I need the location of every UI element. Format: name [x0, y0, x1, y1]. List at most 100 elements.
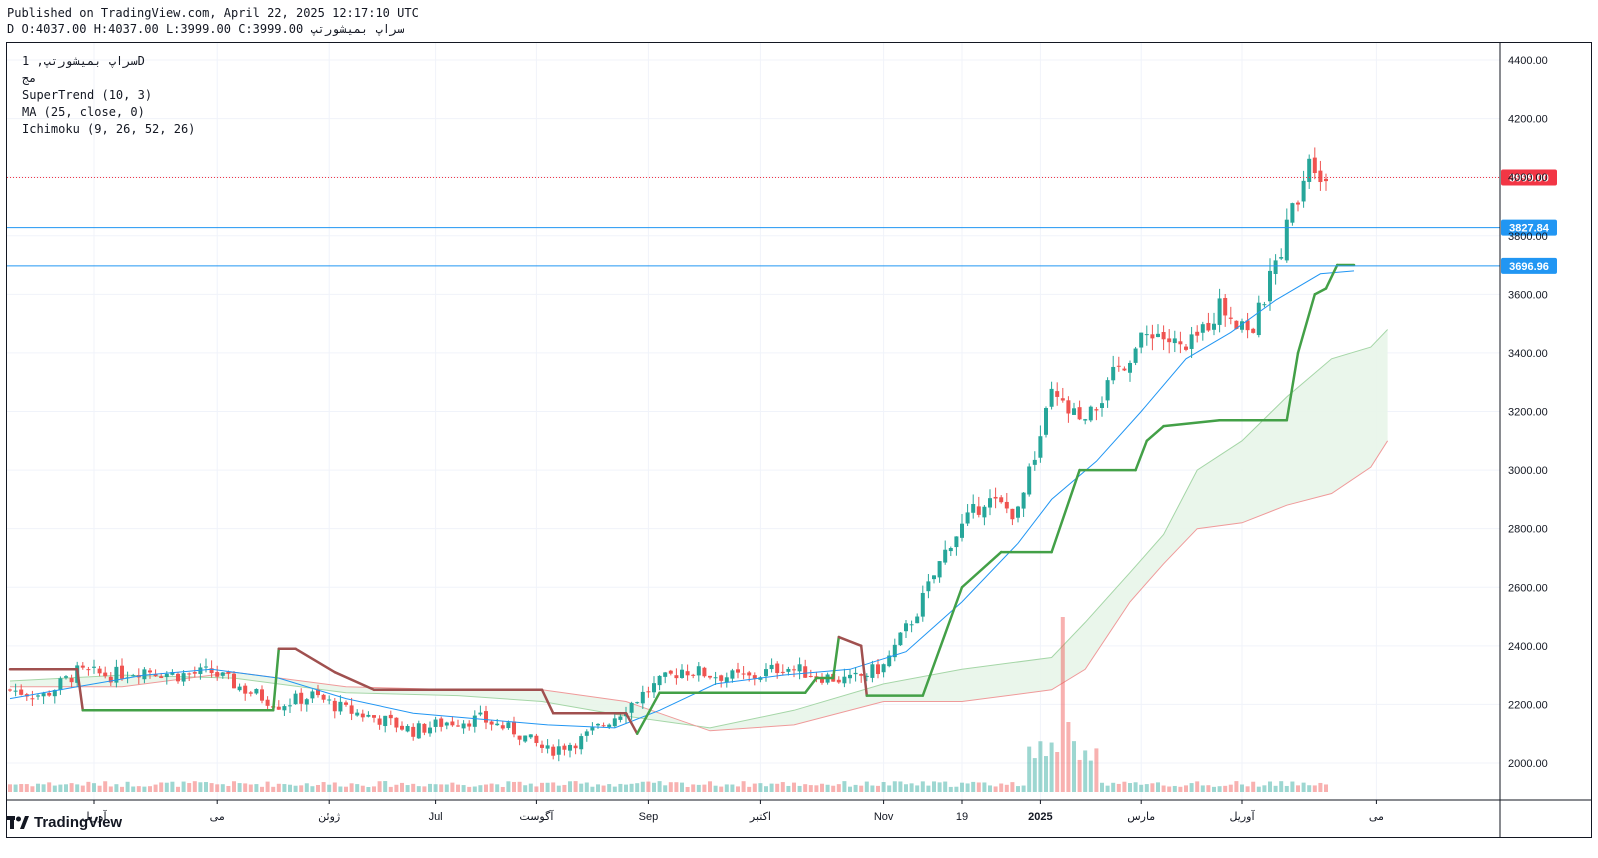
- candle-body: [41, 693, 46, 697]
- volume-bar: [1234, 781, 1239, 792]
- volume-bar: [153, 784, 158, 792]
- volume-bar: [1150, 783, 1155, 792]
- volume-bar: [999, 783, 1004, 792]
- volume-bar: [97, 785, 102, 792]
- price-chart[interactable]: 3999.003827.843696.962000.002200.002400.…: [7, 43, 1591, 837]
- candle-body: [265, 699, 270, 706]
- candle-body: [1161, 332, 1166, 340]
- legend-ma[interactable]: MA (25, close, 0): [22, 105, 145, 119]
- volume-bar: [192, 781, 197, 792]
- candle-body: [573, 745, 578, 749]
- volume-bar: [976, 782, 981, 792]
- candle-body: [472, 715, 477, 727]
- volume-bar: [657, 781, 662, 792]
- candle-body: [450, 721, 455, 726]
- y-tick-label: 2400.00: [1508, 641, 1548, 653]
- volume-bar: [775, 783, 780, 792]
- candle-body: [299, 692, 304, 704]
- supertrend-line: [1296, 293, 1317, 355]
- volume-bar: [825, 784, 830, 792]
- candle-body: [1133, 348, 1138, 363]
- volume-bar: [1273, 785, 1278, 792]
- candle-body: [1122, 368, 1127, 371]
- candle-body: [232, 673, 236, 689]
- volume-bar: [52, 785, 57, 792]
- candle-body: [377, 718, 382, 725]
- volume-bar: [730, 784, 735, 792]
- legend-symbol: سراپ بمیشورتپ, 1D: [22, 54, 145, 68]
- volume-bar: [428, 783, 432, 792]
- candle-body: [808, 675, 813, 677]
- volume-bar: [1139, 784, 1144, 792]
- volume-bar: [937, 782, 942, 792]
- volume-bar: [187, 783, 192, 792]
- candle-body: [332, 700, 337, 712]
- volume-bar: [75, 784, 80, 792]
- candle-body: [372, 715, 376, 718]
- candle-body: [876, 664, 880, 675]
- volume-bar: [220, 784, 225, 792]
- volume-bar: [226, 785, 231, 792]
- chart-frame[interactable]: 3999.00 3827.84 3696.96 2000.00 2200.00 2400.…: [6, 42, 1592, 838]
- candle-body: [551, 746, 556, 756]
- volume-bar: [181, 781, 186, 792]
- candle-body: [1044, 407, 1048, 435]
- volume-bar: [433, 784, 438, 792]
- volume-bar: [215, 784, 220, 792]
- candle-body: [47, 692, 52, 696]
- x-tick-label: Jul: [429, 811, 443, 823]
- candle-body: [920, 592, 925, 617]
- tradingview-logo[interactable]: TradingView: [6, 814, 122, 831]
- volume-bar: [148, 786, 152, 792]
- volume-bar: [1212, 786, 1216, 792]
- volume-bar: [943, 781, 948, 792]
- volume-bar: [198, 782, 203, 792]
- volume-bar: [316, 784, 320, 792]
- candle-body: [310, 691, 315, 699]
- candle-body: [276, 706, 281, 710]
- volume-bar: [456, 784, 460, 792]
- y-tick-label: 3800.00: [1508, 231, 1548, 243]
- candle-body: [1055, 391, 1060, 397]
- volume-bar: [579, 783, 584, 792]
- candle-body: [1038, 436, 1043, 458]
- legend-ichimoku[interactable]: Ichimoku (9, 26, 52, 26): [22, 122, 195, 136]
- volume-bar: [1161, 785, 1166, 792]
- candle-body: [288, 705, 292, 707]
- volume-bar: [864, 781, 869, 792]
- candle-body: [1150, 334, 1155, 339]
- volume-bar: [237, 783, 242, 792]
- volume-bar: [265, 781, 270, 792]
- volume-bar: [1324, 784, 1328, 792]
- volume-bar: [769, 783, 774, 792]
- volume-bar: [584, 782, 589, 792]
- volume-bar: [478, 785, 483, 792]
- candle-body: [360, 713, 365, 718]
- volume-bar: [1144, 784, 1149, 792]
- volume-bar: [450, 782, 455, 792]
- candle-body: [836, 679, 841, 683]
- volume-bar: [1016, 786, 1020, 792]
- volume-bar: [836, 784, 841, 792]
- candle-body: [954, 536, 959, 548]
- candle-body: [752, 675, 757, 679]
- candle-body: [338, 701, 343, 712]
- volume-bar: [327, 784, 332, 792]
- candle-body: [1027, 466, 1032, 495]
- volume-bar: [954, 786, 959, 792]
- volume-bar: [635, 783, 640, 792]
- volume-bar: [1178, 786, 1183, 792]
- legend-supertrend[interactable]: SuperTrend (10, 3): [22, 88, 152, 102]
- supertrend-line: [859, 644, 869, 697]
- volume-bar: [30, 786, 35, 792]
- volume-bar: [349, 783, 354, 792]
- candle-body: [1032, 459, 1037, 465]
- volume-bar: [1083, 750, 1088, 792]
- volume-bar: [243, 783, 248, 792]
- volume-bar: [960, 782, 964, 792]
- volume-bar: [299, 785, 304, 792]
- candle-body: [349, 705, 354, 714]
- candle-body: [1083, 419, 1088, 421]
- volume-bar: [680, 782, 684, 792]
- volume-bar: [752, 783, 757, 792]
